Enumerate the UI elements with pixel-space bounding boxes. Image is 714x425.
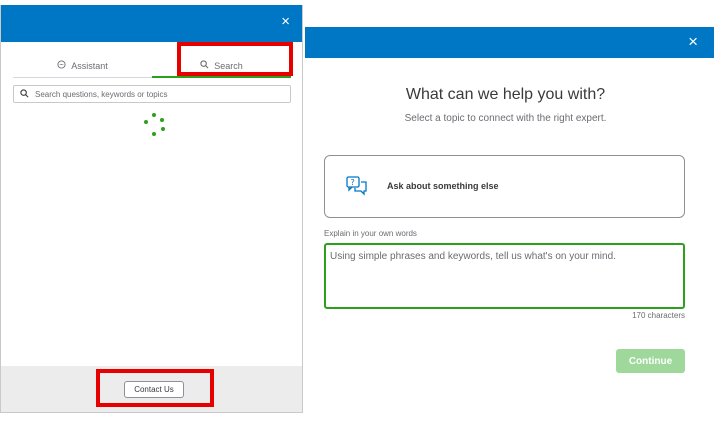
contact-panel-header: × xyxy=(305,27,714,58)
chat-bubble-icon xyxy=(57,60,66,72)
annotation-highlight-contact xyxy=(96,369,214,407)
close-icon[interactable]: × xyxy=(688,33,698,50)
contact-panel: × What can we help you with? Select a to… xyxy=(305,27,714,425)
page-title: What can we help you with? xyxy=(405,86,606,103)
character-count: 170 characters xyxy=(632,311,685,320)
svg-text:?: ? xyxy=(351,178,355,187)
tab-assistant[interactable]: Assistant xyxy=(13,55,152,77)
loading-spinner-icon xyxy=(143,113,165,139)
explain-label: Explain in your own words xyxy=(324,229,417,238)
question-chat-icon: ? xyxy=(346,176,368,196)
search-input[interactable] xyxy=(35,89,275,99)
continue-button[interactable]: Continue xyxy=(616,349,685,373)
tab-assistant-label: Assistant xyxy=(71,61,108,71)
search-field[interactable] xyxy=(13,85,291,103)
topic-label: Ask about something else xyxy=(387,181,499,191)
topic-card-something-else[interactable]: ? Ask about something else xyxy=(324,155,685,218)
page-subtitle: Select a topic to connect with the right… xyxy=(404,113,607,124)
close-icon[interactable]: × xyxy=(281,14,290,29)
search-icon xyxy=(20,85,29,103)
help-panel-header: × xyxy=(1,5,302,42)
annotation-highlight-search xyxy=(177,42,293,76)
explain-textarea[interactable] xyxy=(324,243,685,309)
